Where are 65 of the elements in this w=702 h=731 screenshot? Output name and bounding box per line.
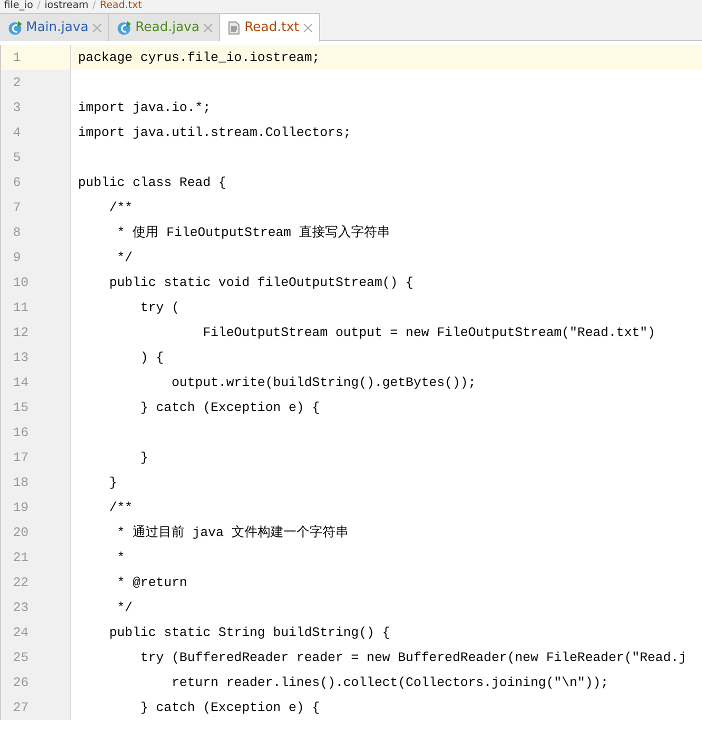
line-number: 7: [0, 195, 71, 220]
line-number: 1: [0, 45, 71, 70]
close-icon: [203, 22, 214, 32]
code-line: public class Read {: [77, 174, 226, 192]
line-number: 5: [0, 145, 71, 170]
line-number: 12: [0, 320, 71, 345]
line-number: 25: [0, 645, 71, 670]
code-line: * 使用 FileOutputStream 直接写入字符串: [116, 224, 390, 242]
line-number: 27: [0, 695, 71, 720]
code-line: try (: [139, 299, 180, 317]
line-number: 22: [0, 570, 71, 595]
line-number: 21: [0, 545, 71, 570]
line-number: 8: [0, 220, 71, 245]
line-number: 4: [0, 120, 71, 145]
line-number: 18: [0, 470, 71, 495]
breadcrumb-separator: /: [37, 0, 41, 12]
code-line: /**: [108, 199, 133, 217]
code-line: */: [116, 249, 133, 267]
code-line: *: [116, 549, 125, 567]
file-tab[interactable]: Read.java: [109, 13, 220, 41]
line-number: 19: [0, 495, 71, 520]
code-line: }: [139, 449, 148, 467]
line-number: 6: [0, 170, 71, 195]
code-line: */: [116, 599, 133, 617]
line-number: 10: [0, 270, 71, 295]
file-tab[interactable]: Read.txt: [220, 13, 320, 42]
code-line: * @return: [116, 574, 188, 592]
close-icon: [92, 22, 102, 32]
line-number: 15: [0, 395, 71, 420]
breadcrumb-item[interactable]: Read.txt: [100, 0, 142, 12]
line-number: 20: [0, 520, 71, 545]
close-icon: [303, 22, 314, 32]
code-line: } catch (Exception e) {: [139, 399, 320, 417]
code-line: * 通过目前 java 文件构建一个字符串: [116, 524, 348, 542]
class-file-icon: [117, 20, 132, 34]
code-line: package cyrus.file_io.iostream;: [77, 49, 320, 67]
line-number: 17: [0, 445, 71, 470]
code-line: return reader.lines().collect(Collectors.joining("\n"));: [170, 674, 608, 692]
line-number: 14: [0, 370, 71, 395]
breadcrumb-item[interactable]: iostream: [44, 0, 88, 12]
line-number: 2: [0, 70, 71, 95]
line-number: 3: [0, 95, 71, 120]
code-line: } catch (Exception e) {: [139, 699, 320, 717]
code-line: try (BufferedReader reader = new BufferedReader(new FileReader("Read.j: [139, 649, 686, 667]
breadcrumb-separator: /: [92, 0, 96, 12]
code-line: import java.util.stream.Collectors;: [77, 124, 352, 142]
file-tab[interactable]: Main.java: [0, 13, 110, 41]
line-number: 26: [0, 670, 71, 695]
line-number: 11: [0, 295, 71, 320]
line-number: 24: [0, 620, 71, 645]
code-line: output.write(buildString().getBytes());: [170, 374, 476, 392]
class-file-icon: [8, 20, 22, 34]
code-line: public static String buildString() {: [108, 624, 390, 642]
line-number: 16: [0, 420, 71, 445]
line-number: 23: [0, 595, 71, 620]
code-line: ) {: [139, 349, 164, 367]
code-line: /**: [108, 499, 133, 517]
code-line: FileOutputStream output = new FileOutputStream("Read.txt"): [202, 324, 656, 342]
text-file-icon: [228, 20, 240, 34]
line-number: 9: [0, 245, 71, 270]
line-number: 13: [0, 345, 71, 370]
code-line: public static void fileOutputStream() {: [108, 274, 414, 292]
breadcrumb-item[interactable]: file_io: [4, 0, 34, 12]
code-line: import java.io.*;: [77, 99, 211, 117]
code-line: }: [108, 474, 118, 492]
